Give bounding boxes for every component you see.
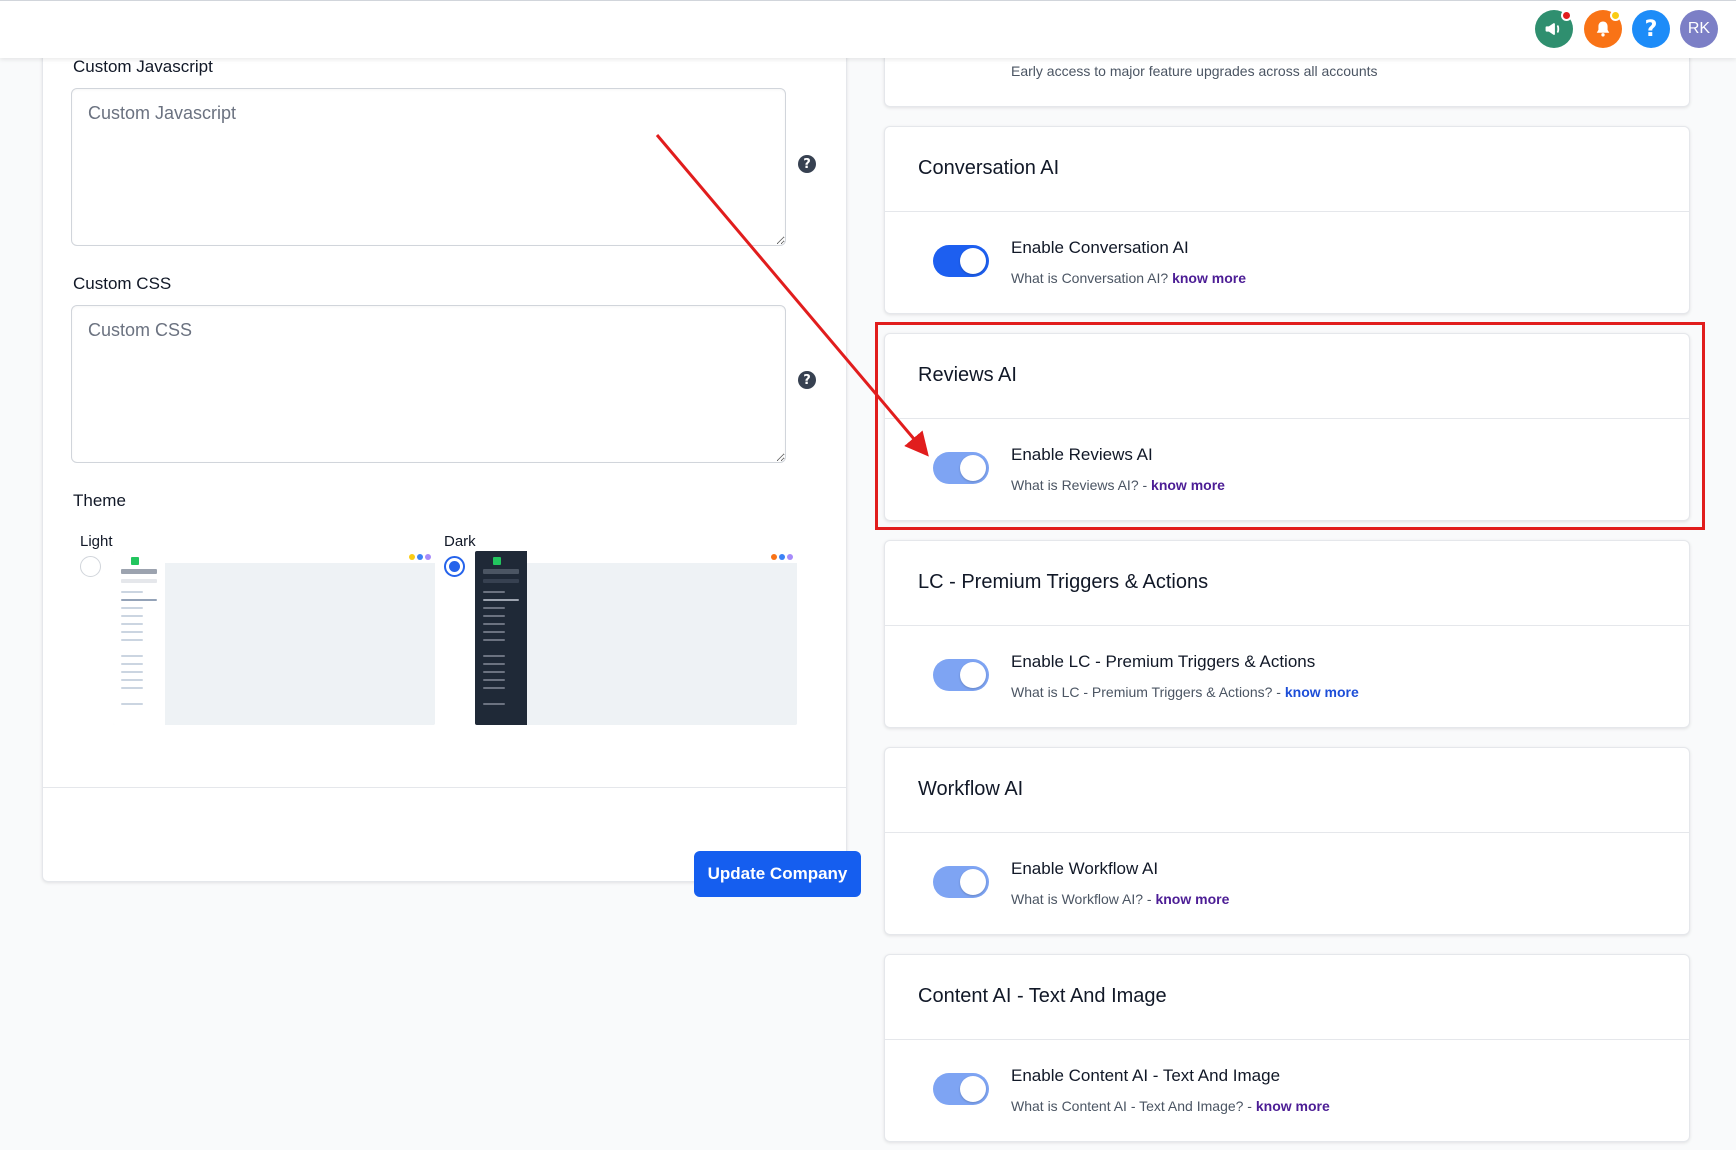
feature-description: What is Conversation AI? know more: [1011, 270, 1246, 286]
workflow-ai-toggle[interactable]: [933, 866, 989, 898]
feature-description: What is Workflow AI? - know more: [1011, 891, 1229, 907]
theme-light-label: Light: [80, 533, 113, 550]
theme-dark-label: Dark: [444, 533, 476, 550]
preview-content: [165, 563, 435, 725]
card-footer-divider: [43, 787, 846, 788]
card-divider: [885, 418, 1689, 419]
feature-question: What is Reviews AI? -: [1011, 477, 1152, 493]
lc-premium-triggers-toggle[interactable]: [933, 659, 989, 691]
conversation-ai-card: Conversation AI Enable Conversation AI W…: [884, 126, 1690, 314]
announcement-badge: [1561, 10, 1572, 21]
reviews-ai-toggle[interactable]: [933, 452, 989, 484]
feature-question: What is Workflow AI? -: [1011, 891, 1156, 907]
conversation-ai-toggle[interactable]: [933, 245, 989, 277]
toggle-knob: [960, 662, 986, 688]
theme-light-preview[interactable]: [113, 551, 435, 725]
feature-label: Enable Content AI - Text And Image: [1011, 1066, 1281, 1085]
feature-description: What is Content AI - Text And Image? - k…: [1011, 1098, 1330, 1114]
toggle-knob: [960, 869, 986, 895]
feature-question: What is LC - Premium Triggers & Actions?…: [1011, 684, 1285, 700]
help-icon[interactable]: ?: [1632, 10, 1670, 48]
preview-content: [527, 563, 797, 725]
theme-label: Theme: [73, 491, 126, 510]
card-title: Content AI - Text And Image: [918, 985, 1167, 1007]
feature-description: What is Reviews AI? - know more: [1011, 477, 1225, 493]
card-title: Reviews AI: [918, 364, 1017, 386]
know-more-link[interactable]: know more: [1256, 1098, 1330, 1114]
know-more-link[interactable]: know more: [1285, 684, 1359, 700]
theme-light-radio[interactable]: [80, 556, 101, 577]
preview-sidebar: [113, 551, 165, 725]
toggle-knob: [960, 248, 986, 274]
notification-badge: [1610, 10, 1621, 21]
know-more-link[interactable]: know more: [1151, 477, 1225, 493]
early-access-description: Early access to major feature upgrades a…: [1011, 63, 1378, 79]
custom-css-help-icon[interactable]: ?: [798, 371, 816, 389]
know-more-link[interactable]: know more: [1172, 270, 1246, 286]
theme-dark-radio[interactable]: [444, 556, 465, 577]
announcement-icon[interactable]: [1535, 10, 1573, 48]
feature-description: What is LC - Premium Triggers & Actions?…: [1011, 684, 1359, 700]
update-company-button[interactable]: Update Company: [694, 851, 861, 897]
custom-js-label: Custom Javascript: [73, 57, 213, 76]
know-more-link[interactable]: know more: [1155, 891, 1229, 907]
user-avatar[interactable]: RK: [1680, 10, 1718, 48]
card-divider: [885, 1039, 1689, 1040]
theme-dark-preview[interactable]: [475, 551, 797, 725]
lc-premium-triggers-card: LC - Premium Triggers & Actions Enable L…: [884, 540, 1690, 728]
notification-bell-icon[interactable]: [1584, 10, 1622, 48]
reviews-ai-card: Reviews AI Enable Reviews AI What is Rev…: [884, 333, 1690, 521]
card-divider: [885, 625, 1689, 626]
card-title: LC - Premium Triggers & Actions: [918, 571, 1209, 593]
custom-css-input[interactable]: [71, 305, 786, 463]
toggle-knob: [960, 1076, 986, 1102]
card-divider: [885, 211, 1689, 212]
content-ai-card: Content AI - Text And Image Enable Conte…: [884, 954, 1690, 1142]
feature-label: Enable LC - Premium Triggers & Actions: [1011, 652, 1316, 671]
preview-sidebar: [475, 551, 527, 725]
feature-question: What is Content AI - Text And Image? -: [1011, 1098, 1256, 1114]
feature-label: Enable Reviews AI: [1011, 445, 1153, 464]
feature-question: What is Conversation AI?: [1011, 270, 1173, 286]
toggle-knob: [960, 455, 986, 481]
card-divider: [885, 832, 1689, 833]
custom-js-help-icon[interactable]: ?: [798, 155, 816, 173]
custom-js-input[interactable]: [71, 88, 786, 246]
content-ai-toggle[interactable]: [933, 1073, 989, 1105]
card-title: Workflow AI: [918, 778, 1024, 800]
feature-label: Enable Conversation AI: [1011, 238, 1189, 257]
workflow-ai-card: Workflow AI Enable Workflow AI What is W…: [884, 747, 1690, 935]
custom-css-label: Custom CSS: [73, 274, 172, 293]
card-title: Conversation AI: [918, 157, 1060, 179]
feature-label: Enable Workflow AI: [1011, 859, 1159, 878]
top-header-bar: ? RK: [0, 0, 1736, 58]
